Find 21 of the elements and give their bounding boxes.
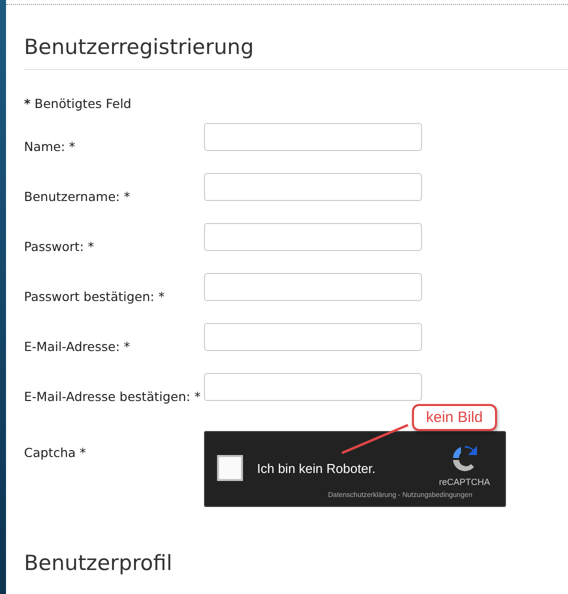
input-field[interactable] [204, 123, 422, 151]
input-field[interactable] [204, 373, 422, 401]
field-label: Captcha * [24, 444, 87, 462]
field-label: E-Mail-Adresse bestätigen: * [24, 388, 202, 406]
field-label: Name: * [24, 138, 76, 156]
captcha-text: Ich bin kein Roboter. [257, 461, 376, 476]
required-note: * Benötigtes Feld [24, 96, 132, 111]
input-field[interactable] [204, 323, 422, 351]
input-field[interactable] [204, 223, 422, 251]
input-field[interactable] [204, 273, 422, 301]
section-heading: Benutzerregistrierung [24, 35, 568, 70]
brand-label: reCAPTCHA [439, 477, 490, 487]
input-field[interactable] [204, 173, 422, 201]
field-label: Benutzername: * [24, 188, 132, 206]
section-heading: Benutzerprofil [24, 551, 174, 577]
field-label: Passwort: * [24, 238, 96, 256]
field-label: Passwort bestätigen: * [24, 288, 166, 306]
captcha-checkbox[interactable] [217, 455, 243, 481]
leader-line [340, 423, 410, 455]
callout-label: kein Bild [412, 404, 497, 431]
field-label: E-Mail-Adresse: * [24, 338, 132, 356]
